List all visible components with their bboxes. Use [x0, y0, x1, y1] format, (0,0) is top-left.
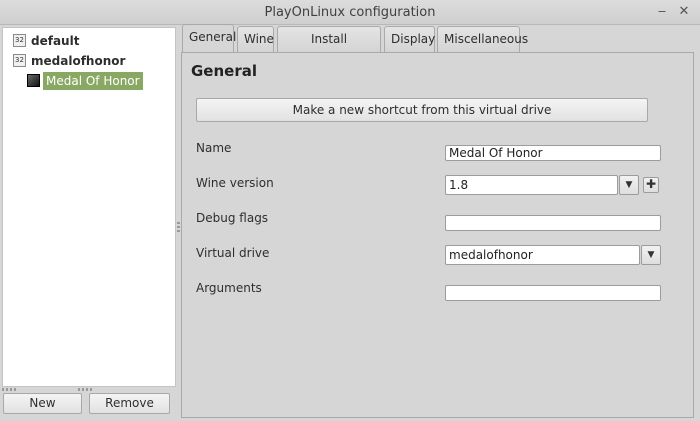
tab-display[interactable]: Display: [384, 26, 435, 52]
minimize-icon[interactable]: ‒: [654, 4, 670, 20]
tree-item-label: default: [31, 34, 80, 48]
tab-miscellaneous[interactable]: Miscellaneous: [437, 26, 528, 52]
tab-general[interactable]: General: [182, 24, 236, 52]
plus-icon[interactable]: ✚: [643, 177, 659, 193]
new-button[interactable]: New: [3, 393, 82, 414]
splitter-grip[interactable]: [177, 222, 180, 234]
wine-version-label: Wine version: [196, 176, 274, 190]
remove-button[interactable]: Remove: [89, 393, 170, 414]
close-icon[interactable]: ✕: [676, 4, 692, 20]
make-shortcut-button[interactable]: Make a new shortcut from this virtual dr…: [196, 98, 648, 122]
chevron-down-icon[interactable]: ▼: [619, 175, 639, 195]
tree-item-label-selected: Medal Of Honor: [43, 72, 143, 90]
game-icon: [27, 74, 40, 87]
tree-item-medal-of-honor[interactable]: Medal Of Honor: [27, 72, 143, 90]
chevron-down-icon[interactable]: ▼: [641, 245, 661, 265]
name-field[interactable]: Medal Of Honor: [445, 145, 661, 161]
tab-wine[interactable]: Wine: [237, 26, 274, 52]
debug-flags-field[interactable]: [445, 215, 661, 231]
tab-install-components[interactable]: Install components: [277, 26, 381, 70]
virtual-drive-label: Virtual drive: [196, 246, 270, 260]
wine-version-select[interactable]: 1.8: [445, 175, 618, 195]
section-title: General: [191, 62, 257, 80]
virtual-drive-select[interactable]: medalofhonor: [445, 245, 640, 265]
32-bit-prefix-icon: 32: [13, 34, 26, 47]
prefix-tree[interactable]: 32 default 32 medalofhonor Medal Of Hono…: [2, 27, 176, 387]
title-bar: PlayOnLinux configuration ‒ ✕: [0, 0, 700, 25]
resize-grip[interactable]: [2, 388, 16, 391]
name-label: Name: [196, 141, 232, 155]
resize-grip[interactable]: [78, 388, 92, 391]
tree-item-label: medalofhonor: [31, 54, 126, 68]
arguments-field[interactable]: [445, 285, 661, 301]
window-title: PlayOnLinux configuration: [264, 5, 436, 20]
32-bit-prefix-icon: 32: [13, 54, 26, 67]
debug-flags-label: Debug flags: [196, 211, 269, 225]
arguments-label: Arguments: [196, 281, 262, 295]
